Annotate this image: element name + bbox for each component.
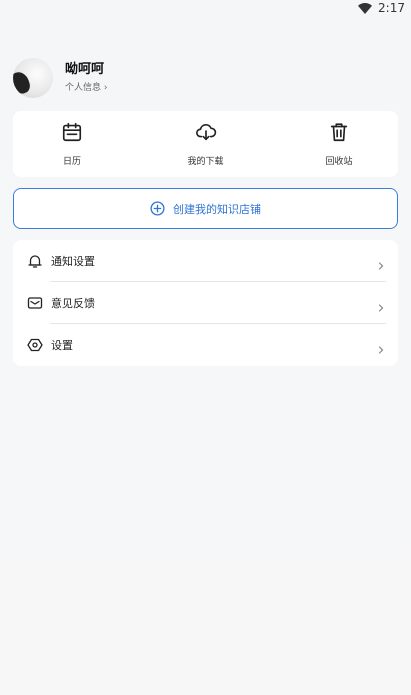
- chevron-right-icon: [376, 298, 386, 312]
- quick-action-downloads[interactable]: 我的下载: [161, 121, 251, 167]
- status-time: 2:17: [378, 1, 405, 15]
- trash-icon: [328, 121, 350, 147]
- username: 呦呵呵: [65, 62, 105, 77]
- download-cloud-icon: [195, 121, 217, 147]
- profile-text: 呦呵呵 个人信息 ›: [65, 62, 107, 94]
- create-store-button[interactable]: 创建我的知识店铺: [13, 188, 398, 229]
- profile-header[interactable]: 呦呵呵 个人信息 ›: [13, 56, 398, 100]
- quick-action-label: 日历: [62, 157, 81, 167]
- create-store-label: 创建我的知识店铺: [173, 202, 261, 216]
- wifi-icon: [358, 2, 373, 14]
- menu-item-label: 设置: [51, 339, 73, 352]
- menu-item-feedback[interactable]: 意见反馈: [13, 282, 398, 324]
- settings-icon: [27, 337, 43, 353]
- status-bar: 2:17: [0, 0, 411, 16]
- quick-action-calendar[interactable]: 日历: [27, 121, 117, 167]
- profile-info-link[interactable]: 个人信息 ›: [65, 82, 107, 94]
- chevron-right-icon: [376, 256, 386, 270]
- quick-action-label: 回收站: [325, 157, 353, 167]
- quick-action-recycle-bin[interactable]: 回收站: [294, 121, 384, 167]
- menu-item-settings[interactable]: 设置: [13, 324, 398, 366]
- quick-actions-card: 日历 我的下载 回收站: [13, 111, 398, 177]
- plus-circle-icon: [150, 201, 165, 216]
- bell-icon: [27, 253, 43, 269]
- quick-action-label: 我的下载: [187, 157, 224, 167]
- calendar-icon: [61, 121, 83, 147]
- menu-item-label: 通知设置: [51, 255, 95, 268]
- menu-item-label: 意见反馈: [51, 297, 95, 310]
- avatar[interactable]: [13, 58, 53, 98]
- menu-item-notifications[interactable]: 通知设置: [13, 240, 398, 282]
- mail-icon: [27, 295, 43, 311]
- settings-menu: 通知设置 意见反馈 设置: [13, 240, 398, 366]
- chevron-right-icon: [376, 340, 386, 354]
